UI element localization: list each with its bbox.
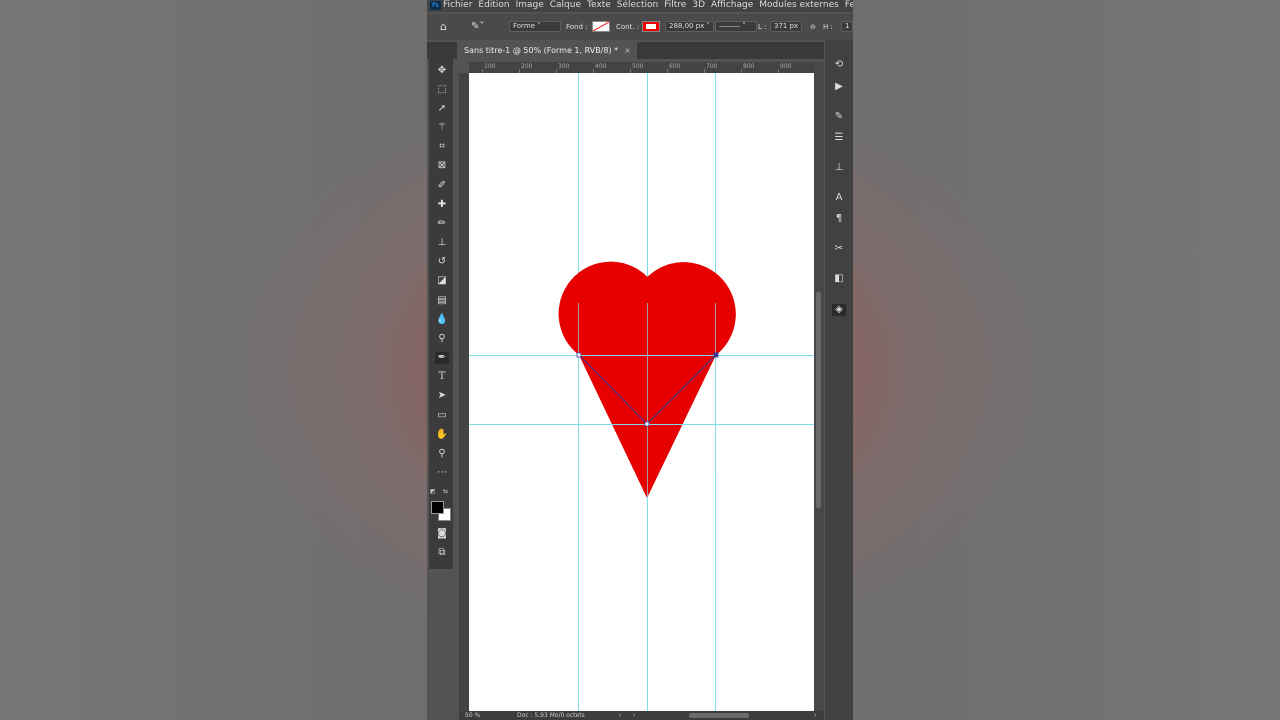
status-arrow-icon[interactable]: › bbox=[619, 711, 621, 720]
type-tool-icon[interactable]: T bbox=[435, 371, 449, 383]
tools-panel-icon[interactable]: ✂ bbox=[832, 243, 846, 255]
properties-panel-icon[interactable]: ◧ bbox=[832, 273, 846, 285]
marquee-tool-icon[interactable]: ⬚ bbox=[435, 84, 449, 96]
adjustments-panel-icon[interactable]: ☰ bbox=[832, 132, 846, 144]
ruler-label: 100 bbox=[484, 63, 496, 70]
height-label: H : bbox=[823, 23, 833, 31]
anchor-point-bottom[interactable] bbox=[644, 421, 650, 427]
photoshop-window: Ps Fichier Edition Image Calque Texte Sélectio… bbox=[427, 0, 853, 720]
more-tools-icon[interactable]: ⋯ bbox=[435, 467, 449, 479]
menu-bar: Ps Fichier Edition Image Calque Texte Sélectio… bbox=[427, 0, 853, 12]
layers-panel-icon[interactable]: ◈ bbox=[832, 304, 846, 316]
fill-label: Fond : bbox=[566, 23, 588, 31]
menu-plugins[interactable]: Modules externes bbox=[759, 0, 839, 10]
menu-text[interactable]: Texte bbox=[587, 0, 611, 10]
document-tab-bar: Sans titre-1 @ 50% (Forme 1, RVB/8) * × bbox=[427, 42, 824, 59]
tools-panel: ✥ ⬚ ➚ ⚚ ⌗ ⊠ ✐ ✚ ✏ ⊥ ↺ ◪ ▤ 💧 ⚲ ✒ T ➤ ▭ ✋ … bbox=[429, 59, 453, 569]
hand-tool-icon[interactable]: ✋ bbox=[435, 429, 449, 441]
app-logo: Ps bbox=[430, 1, 441, 10]
ruler-label: 200 bbox=[521, 63, 533, 70]
menu-3d[interactable]: 3D bbox=[692, 0, 705, 10]
menu-view[interactable]: Affichage bbox=[711, 0, 753, 10]
ruler-label: 900 bbox=[780, 63, 792, 70]
ruler-label: 600 bbox=[669, 63, 681, 70]
frame-tool-icon[interactable]: ⊠ bbox=[435, 160, 449, 172]
blur-tool-icon[interactable]: 💧 bbox=[435, 314, 449, 326]
menu-filter[interactable]: Filtre bbox=[664, 0, 686, 10]
stroke-label: Cont. : bbox=[616, 23, 640, 31]
fill-swatch[interactable] bbox=[592, 21, 610, 32]
close-tab-icon[interactable]: × bbox=[624, 46, 631, 55]
ruler-label: 300 bbox=[558, 63, 570, 70]
left-ruler bbox=[459, 73, 469, 711]
healing-tool-icon[interactable]: ✚ bbox=[435, 199, 449, 211]
pen-tool-icon[interactable]: ✒ bbox=[435, 352, 449, 364]
crop-tool-icon[interactable]: ⌗ bbox=[435, 141, 449, 153]
swap-colors-icon[interactable]: ⇆ bbox=[443, 488, 451, 495]
right-panel-dock: ⟲ ▶ ✎ ☰ ⊥ A ¶ ✂ ◧ ◈ bbox=[825, 40, 853, 720]
ruler-label: 400 bbox=[595, 63, 607, 70]
zoom-level[interactable]: 50 % bbox=[465, 711, 480, 720]
hscroll-thumb[interactable] bbox=[689, 713, 749, 718]
paragraph-panel-icon[interactable]: ¶ bbox=[832, 213, 846, 225]
eraser-tool-icon[interactable]: ◪ bbox=[435, 275, 449, 287]
gradient-tool-icon[interactable]: ▤ bbox=[435, 295, 449, 307]
foreground-color-swatch[interactable] bbox=[431, 501, 444, 514]
actions-panel-icon[interactable]: ▶ bbox=[832, 81, 846, 93]
stroke-width-field[interactable]: 288,00 px ˅ bbox=[665, 21, 715, 32]
screen-mode-icon[interactable]: ⧉ bbox=[435, 547, 449, 559]
quick-mask-icon[interactable]: ◙ bbox=[435, 528, 449, 540]
clone-source-icon[interactable]: ⊥ bbox=[832, 162, 846, 174]
ruler-label: 500 bbox=[632, 63, 644, 70]
width-label: L : bbox=[758, 23, 767, 31]
ruler-label: 800 bbox=[743, 63, 755, 70]
home-icon[interactable]: ⌂ bbox=[440, 14, 447, 40]
brush-tool-icon[interactable]: ✏ bbox=[435, 218, 449, 230]
menu-select[interactable]: Sélection bbox=[617, 0, 658, 10]
eyedropper-tool-icon[interactable]: ✐ bbox=[435, 180, 449, 192]
anchor-point-right[interactable] bbox=[713, 352, 719, 358]
menu-window[interactable]: Fenê bbox=[845, 0, 853, 10]
width-field[interactable]: 371 px bbox=[770, 21, 803, 32]
move-tool-icon[interactable]: ✥ bbox=[435, 65, 449, 77]
menu-layer[interactable]: Calque bbox=[550, 0, 581, 10]
stamp-tool-icon[interactable]: ⊥ bbox=[435, 237, 449, 249]
ruler-label: 700 bbox=[706, 63, 718, 70]
menu-file[interactable]: Fichier bbox=[443, 0, 472, 10]
stroke-style-select[interactable]: ——— ˅ bbox=[715, 21, 757, 32]
status-bar: 50 % Doc : 5,93 Mo/0 octets › ‹ › bbox=[459, 711, 824, 720]
menu-edit[interactable]: Edition bbox=[478, 0, 509, 10]
document-canvas[interactable] bbox=[469, 73, 814, 711]
path-select-tool-icon[interactable]: ➤ bbox=[435, 390, 449, 402]
document-tab[interactable]: Sans titre-1 @ 50% (Forme 1, RVB/8) * × bbox=[457, 42, 637, 59]
default-colors-icon[interactable]: ◩ bbox=[430, 488, 438, 495]
tool-mode-select[interactable]: Forme ˅ bbox=[509, 21, 561, 32]
doc-info: Doc : 5,93 Mo/0 octets bbox=[517, 712, 585, 719]
lasso-tool-icon[interactable]: ➚ bbox=[435, 103, 449, 115]
zoom-tool-icon[interactable]: ⚲ bbox=[435, 448, 449, 460]
hscroll-left-icon[interactable]: ‹ bbox=[633, 711, 635, 720]
brush-settings-icon[interactable]: ✎ bbox=[832, 111, 846, 123]
link-icon[interactable]: ⊖ bbox=[810, 14, 816, 40]
anchor-point-left[interactable] bbox=[576, 352, 582, 358]
scrollbar-thumb[interactable] bbox=[816, 292, 821, 508]
history-brush-tool-icon[interactable]: ↺ bbox=[435, 256, 449, 268]
stroke-swatch[interactable] bbox=[642, 21, 660, 32]
rectangle-tool-icon[interactable]: ▭ bbox=[435, 410, 449, 422]
pen-preset-icon[interactable]: ✎˅ bbox=[471, 14, 484, 40]
magic-wand-tool-icon[interactable]: ⚚ bbox=[435, 122, 449, 134]
top-ruler: 100 200 300 400 500 600 700 800 900 bbox=[469, 62, 824, 73]
menu-image[interactable]: Image bbox=[516, 0, 544, 10]
character-panel-icon[interactable]: A bbox=[832, 192, 846, 204]
vertical-scrollbar[interactable] bbox=[814, 62, 824, 711]
options-bar: ⌂ ✎˅ Forme ˅ Fond : Cont. : 288,00 px ˅ … bbox=[427, 14, 853, 40]
history-panel-icon[interactable]: ⟲ bbox=[832, 59, 846, 71]
canvas-artwork bbox=[469, 73, 814, 711]
height-field[interactable]: 1 bbox=[841, 21, 853, 32]
hscroll-right-icon[interactable]: › bbox=[814, 711, 816, 720]
dodge-tool-icon[interactable]: ⚲ bbox=[435, 333, 449, 345]
